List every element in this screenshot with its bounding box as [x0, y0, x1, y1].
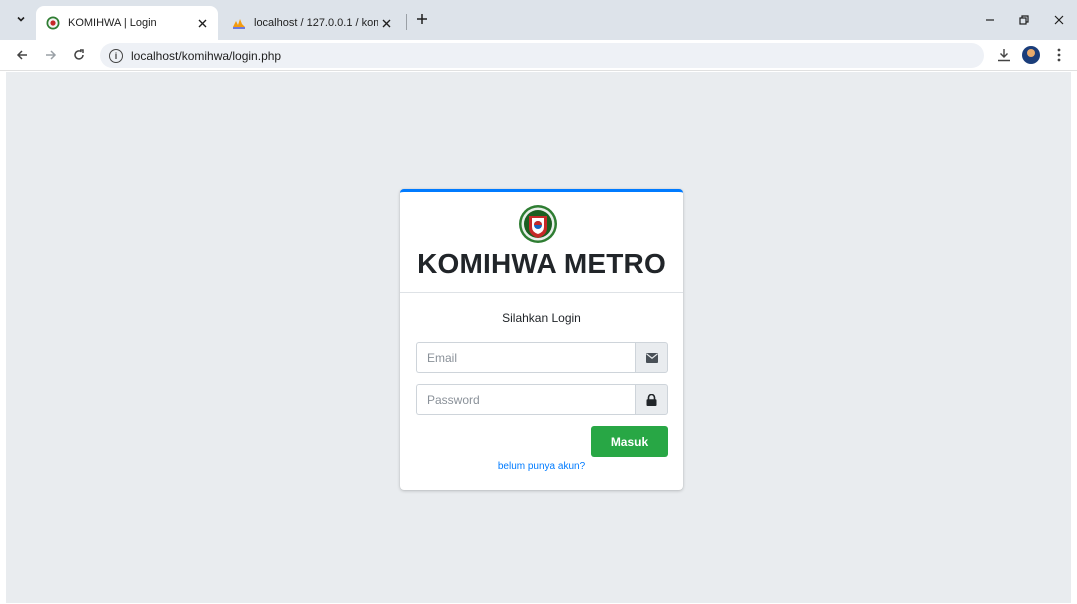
close-icon	[382, 19, 390, 27]
page-viewport: KOMIHWA METRO Silahkan Login Masuk belum…	[6, 72, 1071, 603]
new-tab-button[interactable]	[412, 9, 432, 29]
login-message: Silahkan Login	[502, 311, 581, 325]
profile-avatar[interactable]	[1022, 46, 1040, 64]
chevron-down-icon	[17, 16, 25, 22]
url-text: localhost/komihwa/login.php	[131, 48, 282, 63]
plus-icon	[417, 14, 427, 24]
tab-separator	[406, 14, 407, 30]
minimize-icon	[986, 19, 994, 21]
envelope-icon	[635, 342, 668, 373]
lock-icon	[635, 384, 668, 415]
back-button[interactable]	[12, 45, 32, 65]
minimize-button[interactable]	[976, 8, 1004, 32]
forward-button[interactable]	[41, 45, 61, 65]
komihwa-favicon-icon	[46, 16, 60, 30]
password-input-group	[416, 384, 668, 415]
close-window-button[interactable]	[1045, 8, 1073, 32]
close-icon	[198, 19, 206, 27]
tab-close-button[interactable]	[378, 15, 394, 31]
phpmyadmin-favicon-icon	[233, 19, 245, 29]
tab-komihwa-login[interactable]: KOMIHWA | Login	[36, 6, 218, 40]
komihwa-logo	[519, 205, 557, 243]
browser-toolbar: i localhost/komihwa/login.php A	[0, 40, 1077, 102]
login-card-header: KOMIHWA METRO	[400, 192, 683, 293]
tab-phpmyadmin[interactable]: localhost / 127.0.0.1 / komihwa	[222, 6, 402, 40]
address-bar[interactable]: i localhost/komihwa/login.php	[100, 43, 984, 68]
tab-title: localhost / 127.0.0.1 / komihwa	[254, 17, 378, 29]
reload-button[interactable]	[69, 45, 89, 65]
close-icon	[1054, 15, 1064, 25]
password-field[interactable]	[416, 384, 635, 415]
info-icon[interactable]: i	[109, 48, 123, 63]
restore-icon	[1019, 15, 1029, 25]
tab-search-button[interactable]	[12, 10, 30, 28]
browser-window: KOMIHWA | Login localhost / 127.0.0.1 / …	[0, 0, 1077, 604]
tab-title: KOMIHWA | Login	[68, 17, 157, 29]
email-input-group	[416, 342, 668, 373]
kebab-menu-icon[interactable]	[1049, 45, 1069, 65]
tab-close-button[interactable]	[194, 15, 210, 31]
brand-title: KOMIHWA METRO	[417, 248, 666, 279]
reload-icon	[74, 49, 84, 60]
forward-arrow-icon	[46, 50, 57, 60]
back-arrow-icon	[16, 50, 27, 60]
tab-strip: KOMIHWA | Login localhost / 127.0.0.1 / …	[0, 0, 1077, 40]
download-icon[interactable]	[994, 45, 1014, 65]
restore-button[interactable]	[1010, 8, 1038, 32]
login-card: KOMIHWA METRO Silahkan Login Masuk belum…	[400, 189, 683, 490]
email-field[interactable]	[416, 342, 635, 373]
login-submit-button[interactable]: Masuk	[591, 426, 668, 457]
register-link[interactable]: belum punya akun?	[400, 461, 683, 472]
